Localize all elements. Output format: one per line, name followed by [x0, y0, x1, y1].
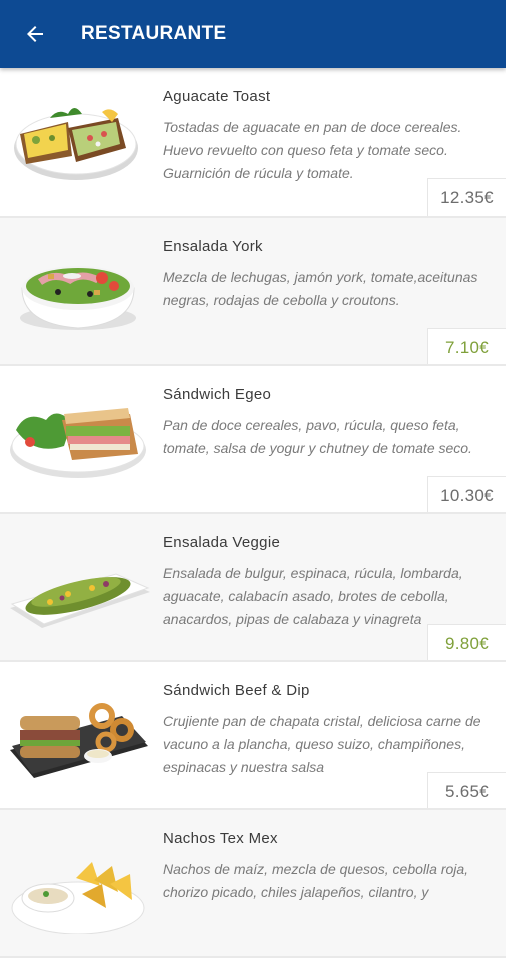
dish-description: Ensalada de bulgur, espinaca, rúcula, lo…	[163, 565, 463, 627]
dish-name: Sándwich Egeo	[163, 386, 272, 403]
dish-image	[6, 232, 150, 342]
menu-item[interactable]: Sándwich Beef & Dip Crujiente pan de cha…	[0, 662, 506, 810]
dish-description: Tostadas de aguacate en pan de doce cere…	[163, 119, 462, 181]
dish-image	[6, 380, 150, 490]
dish-price: 7.10€	[427, 328, 506, 364]
dish-image	[6, 82, 150, 192]
menu-item[interactable]: Ensalada York Mezcla de lechugas, jamón …	[0, 218, 506, 366]
dish-price: 5.65€	[427, 772, 506, 808]
app-bar: RESTAURANTE	[0, 0, 506, 68]
menu-item[interactable]: Aguacate Toast Tostadas de aguacate en p…	[0, 68, 506, 218]
dish-image	[6, 528, 150, 638]
dish-price: 10.30€	[427, 476, 506, 512]
dish-description: Pan de doce cereales, pavo, rúcula, ques…	[163, 417, 472, 456]
dish-price: 9.80€	[427, 624, 506, 660]
dish-name: Ensalada Veggie	[163, 534, 281, 551]
menu-item[interactable]: Nachos Tex Mex Nachos de maíz, mezcla de…	[0, 810, 506, 958]
dish-image	[6, 676, 150, 786]
dish-name: Aguacate Toast	[163, 88, 271, 105]
page-title: RESTAURANTE	[81, 23, 227, 44]
back-button[interactable]	[0, 0, 70, 68]
dish-description: Nachos de maíz, mezcla de quesos, ceboll…	[163, 861, 469, 900]
arrow-left-icon	[27, 26, 43, 42]
menu-item[interactable]: Ensalada Veggie Ensalada de bulgur, espi…	[0, 514, 506, 662]
dish-name: Sándwich Beef & Dip	[163, 682, 310, 699]
dish-name: Ensalada York	[163, 238, 263, 255]
dish-image	[6, 824, 150, 934]
dish-price: 12.35€	[427, 178, 506, 216]
menu-list[interactable]: Aguacate Toast Tostadas de aguacate en p…	[0, 68, 506, 958]
menu-item[interactable]: Sándwich Egeo Pan de doce cereales, pavo…	[0, 366, 506, 514]
dish-name: Nachos Tex Mex	[163, 830, 278, 847]
dish-description: Mezcla de lechugas, jamón york, tomate,a…	[163, 269, 478, 308]
dish-description: Crujiente pan de chapata cristal, delici…	[163, 713, 481, 775]
